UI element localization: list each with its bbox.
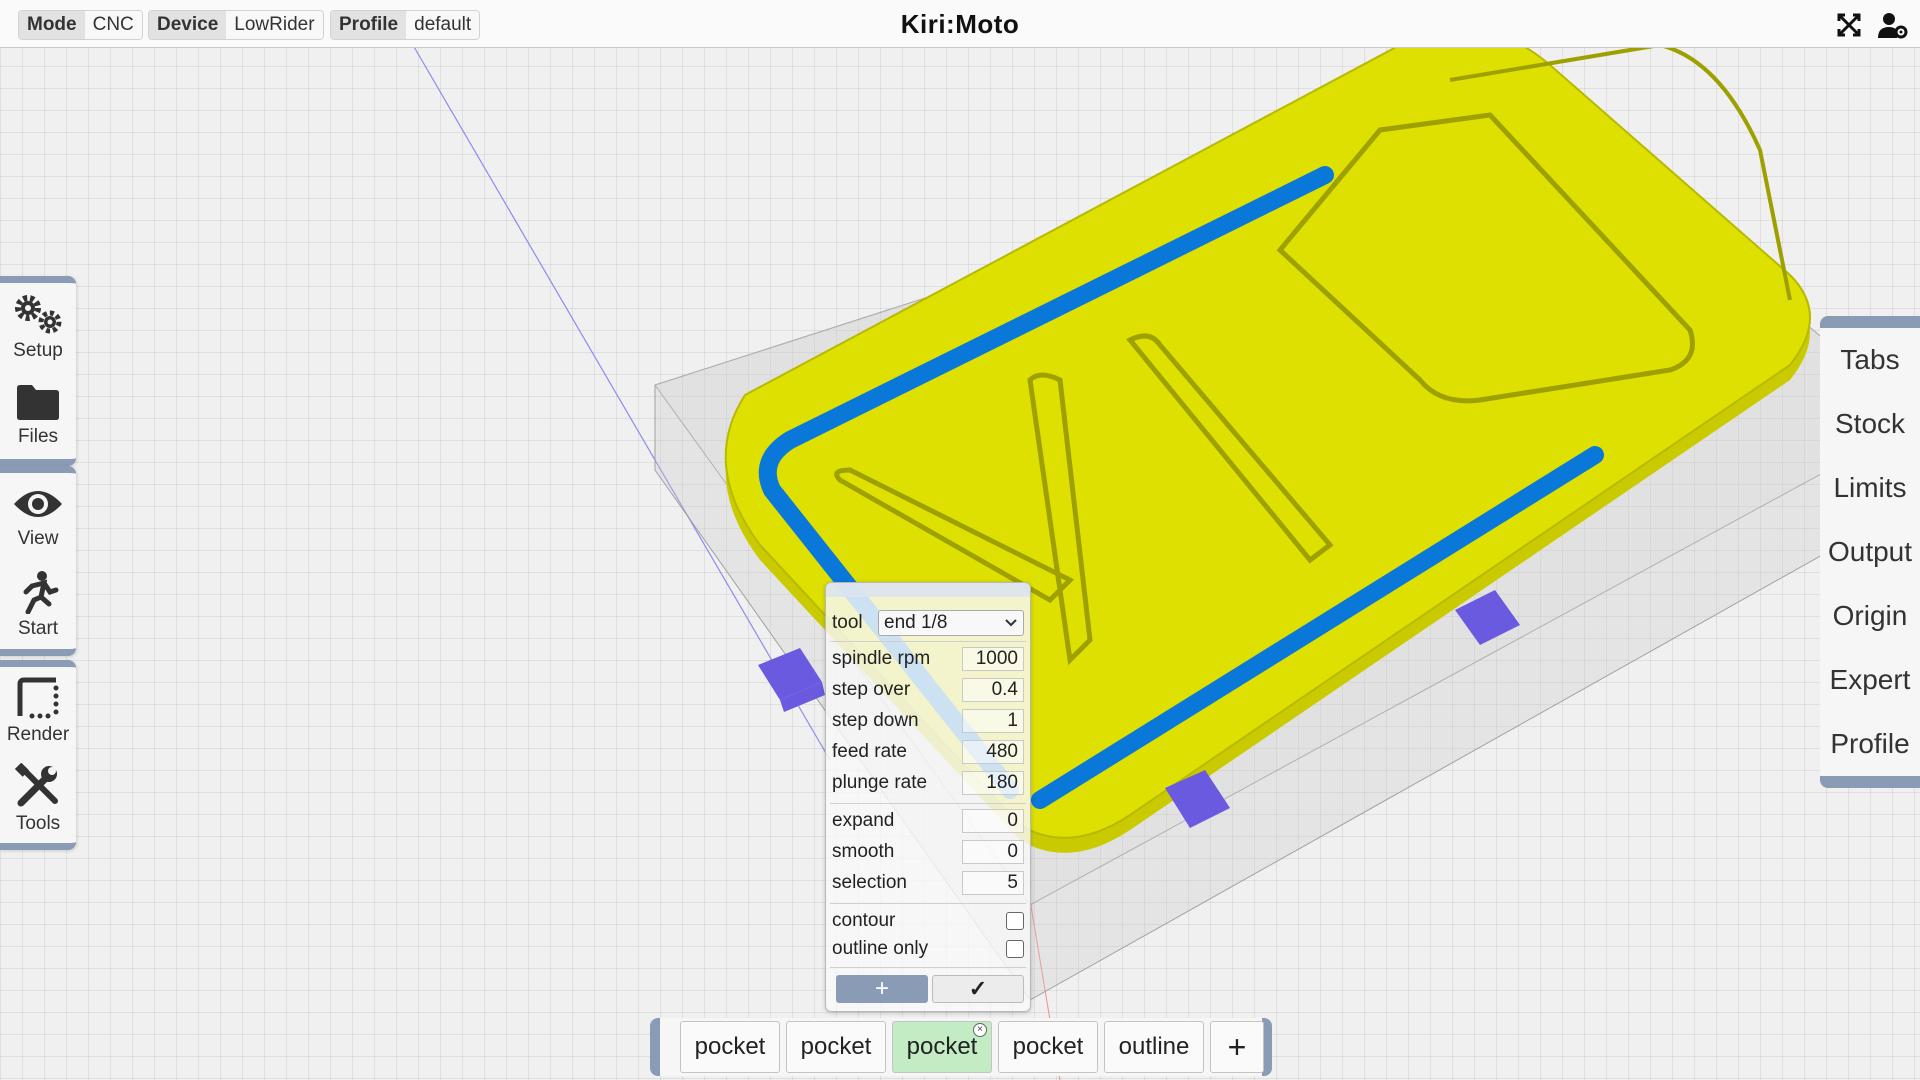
tools-icon xyxy=(15,763,58,807)
view-label: View xyxy=(17,528,59,549)
plunge-rate-input[interactable]: 180 xyxy=(962,771,1024,795)
feed-rate-row: feed rate 480 xyxy=(832,738,1024,766)
tool-row: tool end 1/8 xyxy=(832,609,1024,637)
operation-label: outline xyxy=(1118,1033,1190,1060)
plus-icon: + xyxy=(1227,1028,1247,1065)
profile-value: default xyxy=(406,11,480,39)
field-label: plunge rate xyxy=(832,772,928,793)
step-down-input[interactable]: 1 xyxy=(962,709,1024,733)
left-toolbar-group-3: Render Tools xyxy=(0,660,76,850)
setup-button[interactable]: Setup xyxy=(0,283,76,371)
top-bar: Mode CNC Device LowRider Profile default… xyxy=(0,0,1920,48)
add-operation-plus-button[interactable]: + xyxy=(1210,1021,1264,1073)
tab-tabs[interactable]: Tabs xyxy=(1820,328,1920,392)
setup-label: Setup xyxy=(13,340,63,361)
user-settings-icon[interactable] xyxy=(1878,10,1908,40)
remove-operation-icon[interactable]: × xyxy=(973,1023,987,1037)
start-button[interactable]: Start xyxy=(0,561,76,649)
profile-label: Profile xyxy=(331,11,407,39)
tools-button[interactable]: Tools xyxy=(0,755,76,843)
operation-settings-dialog: tool end 1/8 spindle rpm 1000 step over … xyxy=(825,582,1031,1012)
step-down-row: step down 1 xyxy=(832,707,1024,735)
tool-select[interactable]: end 1/8 xyxy=(878,610,1024,636)
operations-bar: pocket pocket pocket × pocket outline + xyxy=(650,1018,1272,1076)
contour-row: contour xyxy=(832,907,1024,935)
step-over-row: step over 0.4 xyxy=(832,676,1024,704)
tab-origin[interactable]: Origin xyxy=(1820,584,1920,648)
field-label: step down xyxy=(832,710,919,731)
checkbox-label: contour xyxy=(832,910,896,931)
feed-rate-input[interactable]: 480 xyxy=(962,740,1024,764)
tab-output[interactable]: Output xyxy=(1820,520,1920,584)
selection-input[interactable]: 5 xyxy=(962,871,1024,895)
add-operation-button[interactable]: + xyxy=(836,975,928,1003)
eye-icon xyxy=(14,491,62,517)
gears-icon xyxy=(15,295,62,334)
operation-pocket-2[interactable]: pocket xyxy=(786,1021,886,1073)
chevron-down-icon xyxy=(1005,619,1017,627)
render-label: Render xyxy=(6,724,70,745)
profile-selector[interactable]: Profile default xyxy=(330,10,481,40)
dialog-drag-handle[interactable] xyxy=(826,583,1030,597)
field-label: selection xyxy=(832,872,907,893)
check-icon: ✓ xyxy=(968,976,988,1001)
left-toolbar-group-1: Setup Files xyxy=(0,276,76,466)
operation-label: pocket xyxy=(800,1033,872,1060)
outline-only-row: outline only xyxy=(832,935,1024,963)
spindle-rpm-row: spindle rpm 1000 xyxy=(832,645,1024,673)
expand-row: expand 0 xyxy=(832,807,1024,835)
start-label: Start xyxy=(17,618,59,639)
smooth-row: smooth 0 xyxy=(832,838,1024,866)
operation-pocket-3-active[interactable]: pocket × xyxy=(892,1021,992,1073)
operation-pocket-1[interactable]: pocket xyxy=(680,1021,780,1073)
plunge-rate-row: plunge rate 180 xyxy=(832,769,1024,797)
mode-label: Mode xyxy=(19,11,85,39)
field-label: spindle rpm xyxy=(832,648,931,669)
device-selector[interactable]: Device LowRider xyxy=(148,10,324,40)
tab-limits[interactable]: Limits xyxy=(1820,456,1920,520)
field-label: expand xyxy=(832,810,895,831)
files-button[interactable]: Files xyxy=(0,371,76,459)
operation-label: pocket xyxy=(906,1033,978,1060)
tool-label: tool xyxy=(832,612,863,633)
operation-pocket-4[interactable]: pocket xyxy=(998,1021,1098,1073)
plus-icon: + xyxy=(874,975,889,1002)
render-button[interactable]: Render xyxy=(0,667,76,755)
files-label: Files xyxy=(17,426,59,447)
operation-label: pocket xyxy=(694,1033,766,1060)
right-tab-panel: Tabs Stock Limits Output Origin Expert P… xyxy=(1820,316,1920,788)
tool-select-value: end 1/8 xyxy=(884,612,948,633)
smooth-input[interactable]: 0 xyxy=(962,840,1024,864)
selection-row: selection 5 xyxy=(832,869,1024,897)
checkbox-label: outline only xyxy=(832,938,929,959)
render-frame-icon xyxy=(17,677,59,719)
field-label: feed rate xyxy=(832,741,907,762)
field-label: step over xyxy=(832,679,911,700)
device-value: LowRider xyxy=(226,11,323,39)
operation-label: pocket xyxy=(1012,1033,1084,1060)
outline-only-checkbox[interactable] xyxy=(1006,940,1024,958)
confirm-button[interactable]: ✓ xyxy=(932,975,1024,1003)
folder-icon xyxy=(17,385,59,420)
tab-stock[interactable]: Stock xyxy=(1820,392,1920,456)
expand-input[interactable]: 0 xyxy=(962,809,1024,833)
tools-label: Tools xyxy=(15,813,61,834)
mode-value: CNC xyxy=(84,11,142,39)
step-over-input[interactable]: 0.4 xyxy=(962,678,1024,702)
mode-selector[interactable]: Mode CNC xyxy=(18,10,143,40)
left-toolbar-group-2: View Start xyxy=(0,466,76,656)
view-button[interactable]: View xyxy=(0,473,76,561)
device-label: Device xyxy=(149,11,227,39)
running-person-icon xyxy=(23,571,59,614)
tab-expert[interactable]: Expert xyxy=(1820,648,1920,712)
spindle-rpm-input[interactable]: 1000 xyxy=(962,647,1024,671)
fullscreen-icon[interactable] xyxy=(1834,10,1864,40)
operation-outline[interactable]: outline xyxy=(1104,1021,1204,1073)
contour-checkbox[interactable] xyxy=(1006,912,1024,930)
field-label: smooth xyxy=(832,841,895,862)
tab-profile[interactable]: Profile xyxy=(1820,712,1920,776)
